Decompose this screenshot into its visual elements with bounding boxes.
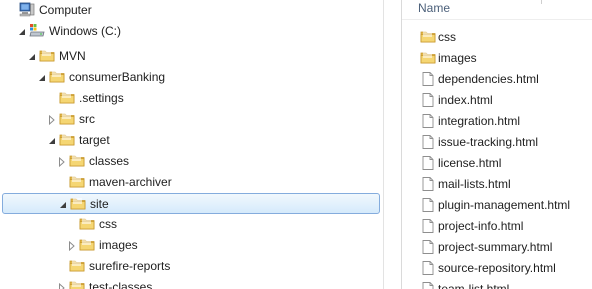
collapsed-arrow-icon[interactable] bbox=[68, 240, 76, 252]
list-item-label: mail-lists.html bbox=[438, 177, 511, 191]
tree-item[interactable]: target bbox=[0, 130, 381, 151]
file-icon bbox=[420, 239, 436, 255]
list-item[interactable]: dependencies.html bbox=[402, 69, 592, 90]
file-icon bbox=[420, 218, 436, 234]
file-icon bbox=[420, 113, 436, 129]
folder-icon bbox=[69, 258, 85, 273]
list-item-label: index.html bbox=[438, 93, 493, 107]
tree-item[interactable]: consumerBanking bbox=[0, 67, 381, 88]
list-item[interactable]: project-summary.html bbox=[402, 237, 592, 258]
file-icon bbox=[420, 260, 436, 276]
tree-item[interactable]: classes bbox=[0, 151, 381, 172]
list-item[interactable]: issue-tracking.html bbox=[402, 132, 592, 153]
folder-icon bbox=[59, 111, 75, 126]
tree-item-label: classes bbox=[89, 154, 130, 168]
collapsed-arrow-icon[interactable] bbox=[58, 282, 66, 289]
file-list[interactable]: Name css images dependencies.html index.htm… bbox=[402, 0, 592, 289]
list-item-label: integration.html bbox=[438, 114, 521, 128]
navigation-tree[interactable]: Computer Windows (C:) MVN consumerBanking .s… bbox=[0, 0, 383, 289]
folder-icon bbox=[59, 90, 75, 105]
tree-item-label: css bbox=[99, 217, 117, 231]
list-item-label: dependencies.html bbox=[438, 72, 539, 86]
tree-item-label: consumerBanking bbox=[69, 70, 166, 84]
list-item[interactable]: integration.html bbox=[402, 111, 592, 132]
pane-splitter[interactable] bbox=[383, 0, 402, 289]
list-item[interactable]: project-info.html bbox=[402, 216, 592, 237]
tree-item-label: images bbox=[99, 238, 138, 252]
list-item-label: project-summary.html bbox=[438, 240, 553, 254]
folder-icon bbox=[79, 237, 95, 252]
tree-item[interactable]: test-classes bbox=[0, 277, 381, 289]
list-item-label: license.html bbox=[438, 156, 502, 170]
column-header-label: Name bbox=[418, 1, 451, 15]
folder-icon bbox=[69, 153, 85, 168]
file-icon bbox=[420, 134, 436, 150]
list-item-label: images bbox=[438, 51, 477, 65]
list-item-label: project-info.html bbox=[438, 219, 524, 233]
expanded-arrow-icon[interactable] bbox=[59, 199, 67, 209]
list-item-label: css bbox=[438, 30, 456, 44]
tree-item-label: .settings bbox=[79, 91, 124, 105]
file-icon bbox=[420, 71, 436, 87]
expanded-arrow-icon[interactable] bbox=[18, 26, 26, 36]
file-icon bbox=[420, 92, 436, 108]
tree-item-label: surefire-reports bbox=[89, 259, 171, 273]
explorer-window: Computer Windows (C:) MVN consumerBanking .s… bbox=[0, 0, 592, 289]
tree-item-label: src bbox=[79, 112, 95, 126]
folder-icon bbox=[420, 29, 436, 45]
folder-icon bbox=[69, 174, 85, 189]
file-icon bbox=[420, 281, 436, 289]
folder-icon bbox=[420, 50, 436, 66]
tree-item[interactable]: MVN bbox=[0, 46, 381, 67]
tree-item[interactable]: css bbox=[0, 214, 381, 235]
list-item-label: source-repository.html bbox=[438, 261, 556, 275]
list-item-label: plugin-management.html bbox=[438, 198, 571, 212]
file-icon bbox=[420, 197, 436, 213]
folder-icon bbox=[79, 216, 95, 231]
tree-item[interactable]: surefire-reports bbox=[0, 256, 381, 277]
folder-icon bbox=[59, 132, 75, 147]
tree-item[interactable]: src bbox=[0, 109, 381, 130]
folder-icon bbox=[70, 196, 86, 211]
folder-icon bbox=[49, 69, 65, 84]
computer-icon bbox=[19, 2, 35, 17]
expanded-arrow-icon[interactable] bbox=[38, 72, 46, 82]
tree-item[interactable]: site bbox=[2, 193, 380, 214]
collapsed-arrow-icon[interactable] bbox=[48, 114, 56, 126]
list-item[interactable]: license.html bbox=[402, 153, 592, 174]
list-item[interactable]: images bbox=[402, 48, 592, 69]
folder-icon bbox=[69, 279, 85, 289]
tree-item-label: Computer bbox=[39, 3, 92, 17]
column-header-name[interactable]: Name bbox=[402, 0, 592, 20]
file-icon bbox=[420, 155, 436, 171]
list-item[interactable]: index.html bbox=[402, 90, 592, 111]
tree-item[interactable]: Computer bbox=[0, 0, 381, 21]
column-divider[interactable] bbox=[541, 0, 542, 4]
folder-icon bbox=[39, 48, 55, 63]
tree-item-label: target bbox=[79, 133, 110, 147]
expanded-arrow-icon[interactable] bbox=[28, 51, 36, 61]
tree-item-label: maven-archiver bbox=[89, 175, 172, 189]
tree-item[interactable]: images bbox=[0, 235, 381, 256]
list-item[interactable]: css bbox=[402, 27, 592, 48]
collapsed-arrow-icon[interactable] bbox=[58, 156, 66, 168]
list-item[interactable]: source-repository.html bbox=[402, 258, 592, 279]
tree-item-label: MVN bbox=[59, 49, 86, 63]
list-item[interactable]: mail-lists.html bbox=[402, 174, 592, 195]
list-item-label: team-list.html bbox=[438, 282, 510, 289]
tree-item-label: test-classes bbox=[89, 280, 153, 289]
tree-item-label: Windows (C:) bbox=[49, 24, 122, 38]
expanded-arrow-icon[interactable] bbox=[48, 135, 56, 145]
drive-icon bbox=[29, 23, 45, 38]
list-item[interactable]: plugin-management.html bbox=[402, 195, 592, 216]
tree-item[interactable]: .settings bbox=[0, 88, 381, 109]
list-item[interactable]: team-list.html bbox=[402, 279, 592, 289]
file-icon bbox=[420, 176, 436, 192]
tree-item[interactable]: maven-archiver bbox=[0, 172, 381, 193]
tree-item-label: site bbox=[90, 197, 109, 211]
list-item-label: issue-tracking.html bbox=[438, 135, 539, 149]
tree-item[interactable]: Windows (C:) bbox=[0, 21, 381, 42]
